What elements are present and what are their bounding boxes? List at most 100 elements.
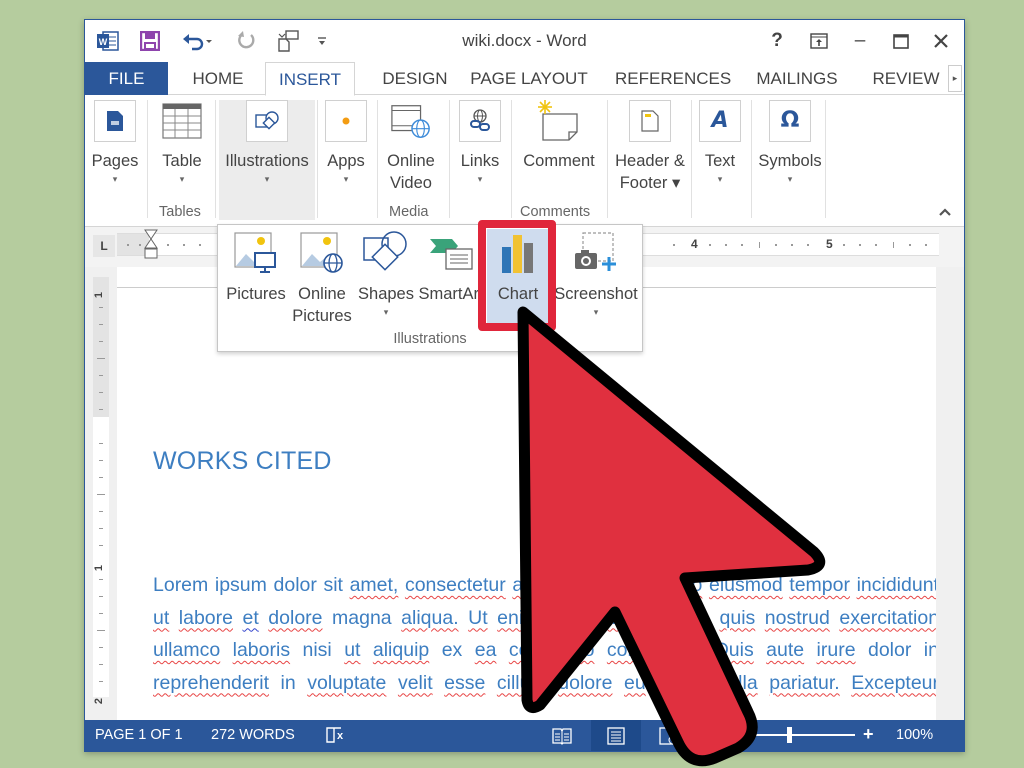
ruler-tick — [199, 244, 201, 246]
page-count[interactable]: PAGE 1 OF 1 — [95, 727, 183, 743]
word: reprehenderit — [153, 671, 269, 694]
tab-home[interactable]: HOME — [178, 62, 258, 95]
illustrations-button[interactable]: Illustrations ▾ — [219, 100, 315, 220]
ruler-tick — [99, 375, 103, 376]
ruler-tick — [673, 244, 675, 246]
pages-label: Pages — [91, 152, 139, 170]
vertical-scrollbar[interactable] — [936, 267, 964, 722]
text-button[interactable]: A Text ▾ — [697, 100, 743, 186]
word: aliquip — [372, 639, 430, 661]
screenshot-button[interactable]: Screenshot ▾ — [552, 229, 640, 319]
ruler-tick — [893, 242, 894, 248]
tab-page-layout[interactable]: PAGE LAYOUT — [467, 62, 591, 95]
zoom-out-button[interactable]: – — [737, 725, 746, 743]
word: dolor — [867, 639, 912, 661]
tab-selector[interactable]: L — [93, 235, 115, 257]
symbols-icon: Ω — [769, 100, 811, 142]
zoom-level[interactable]: 100% — [896, 727, 933, 743]
pages-button[interactable]: Pages ▾ — [91, 100, 139, 186]
svg-text:x: x — [337, 730, 344, 742]
header-footer-icon — [629, 100, 671, 142]
ribbon-display-options-button[interactable] — [804, 28, 834, 54]
chart-label: Chart — [497, 285, 539, 303]
header-footer-label-2: Footer ▾ — [619, 174, 681, 192]
print-layout-button[interactable] — [591, 720, 641, 751]
comment-icon — [534, 100, 584, 142]
ruler-tick — [99, 341, 103, 342]
header-footer-button[interactable]: Header & Footer ▾ — [613, 100, 687, 194]
comment-button[interactable]: Comment — [517, 100, 601, 172]
word: fugiat — [657, 671, 705, 694]
ruler-tick — [741, 244, 743, 246]
symbols-label: Symbols — [758, 152, 822, 170]
tab-design[interactable]: DESIGN — [365, 62, 465, 95]
shapes-button[interactable]: Shapes ▾ — [356, 229, 416, 319]
online-video-button[interactable]: Online Video — [383, 100, 439, 194]
tab-file[interactable]: FILE — [85, 62, 168, 95]
help-button[interactable]: ? — [762, 28, 792, 54]
online-pictures-button[interactable]: Online Pictures — [290, 229, 354, 327]
ruler-tick — [99, 409, 103, 410]
vertical-ruler-number: 1 — [93, 291, 106, 299]
table-button[interactable]: Table ▾ — [155, 100, 209, 186]
tab-review[interactable]: REVIEW — [869, 62, 943, 95]
symbols-button[interactable]: Ω Symbols ▾ — [758, 100, 822, 186]
zoom-slider[interactable] — [755, 734, 855, 736]
ribbon-separator — [147, 100, 148, 218]
pictures-button[interactable]: Pictures — [224, 229, 288, 305]
minimize-button[interactable]: – — [845, 28, 875, 54]
word: exercitation — [839, 606, 939, 629]
ribbon-separator — [607, 100, 608, 218]
online-video-icon — [390, 100, 432, 142]
header-footer-label-1: Header & — [615, 152, 685, 170]
paragraph-line: Lorem ipsum dolor sit amet, consectetur … — [153, 569, 939, 602]
shapes-icon — [362, 229, 410, 277]
document-heading[interactable]: WORKS CITED — [153, 447, 332, 476]
online-video-label-1: Online — [387, 152, 435, 170]
word-count[interactable]: 272 WORDS — [211, 727, 295, 743]
ruler-tick — [859, 244, 861, 246]
document-paragraph[interactable]: Lorem ipsum dolor sit amet, consectetur … — [153, 569, 939, 699]
word: elit, — [605, 574, 637, 596]
word: commodo — [508, 639, 595, 661]
tab-insert[interactable]: INSERT — [265, 62, 355, 96]
word: in — [280, 671, 296, 694]
ribbon-separator — [825, 100, 826, 218]
zoom-in-button[interactable]: + — [863, 724, 874, 745]
proofing-icon[interactable]: x — [325, 725, 347, 749]
word: dolor — [273, 574, 317, 596]
vertical-ruler[interactable]: 1 1 2 — [93, 277, 109, 704]
collapse-ribbon-button[interactable] — [938, 204, 952, 220]
word: ea — [474, 639, 497, 661]
chart-button[interactable]: Chart — [487, 229, 549, 325]
group-label-media: Media — [389, 204, 429, 220]
web-layout-button[interactable] — [643, 720, 693, 751]
smartart-button[interactable]: SmartArt — [418, 229, 484, 305]
ruler-tick — [807, 244, 809, 246]
web-layout-icon — [659, 726, 678, 745]
group-label-illustrations: Illustrations — [393, 331, 467, 347]
illustrations-dropdown: Pictures Online Pictures Shapes ▾ SmartA… — [217, 224, 643, 352]
group-label-tables: Tables — [159, 204, 201, 220]
word: ut — [344, 639, 361, 661]
links-label: Links — [460, 152, 500, 170]
status-bar: PAGE 1 OF 1 272 WORDS x – + 100% — [85, 720, 964, 751]
links-button[interactable]: Links ▾ — [455, 100, 505, 186]
close-button[interactable] — [926, 28, 956, 54]
tab-mailings[interactable]: MAILINGS — [751, 62, 843, 95]
tab-references[interactable]: REFERENCES — [615, 62, 731, 95]
word: nisi — [302, 639, 332, 661]
word: pariatur. — [769, 671, 840, 694]
pages-caret-icon: ▾ — [112, 174, 118, 184]
screenshot-caret-icon: ▾ — [593, 307, 599, 317]
read-mode-button[interactable] — [537, 720, 587, 751]
maximize-button[interactable] — [886, 28, 916, 54]
apps-button[interactable]: Apps ▾ — [321, 100, 371, 186]
paragraph-line: ut labore et dolore magna aliqua. Ut eni… — [153, 602, 939, 635]
tab-scroll-right-button[interactable]: ▸ — [948, 65, 962, 92]
ruler-number: 5 — [826, 237, 833, 251]
table-icon — [161, 100, 203, 142]
word: sed — [642, 574, 675, 596]
zoom-slider-thumb[interactable] — [787, 727, 792, 743]
indent-marker[interactable] — [143, 229, 159, 266]
